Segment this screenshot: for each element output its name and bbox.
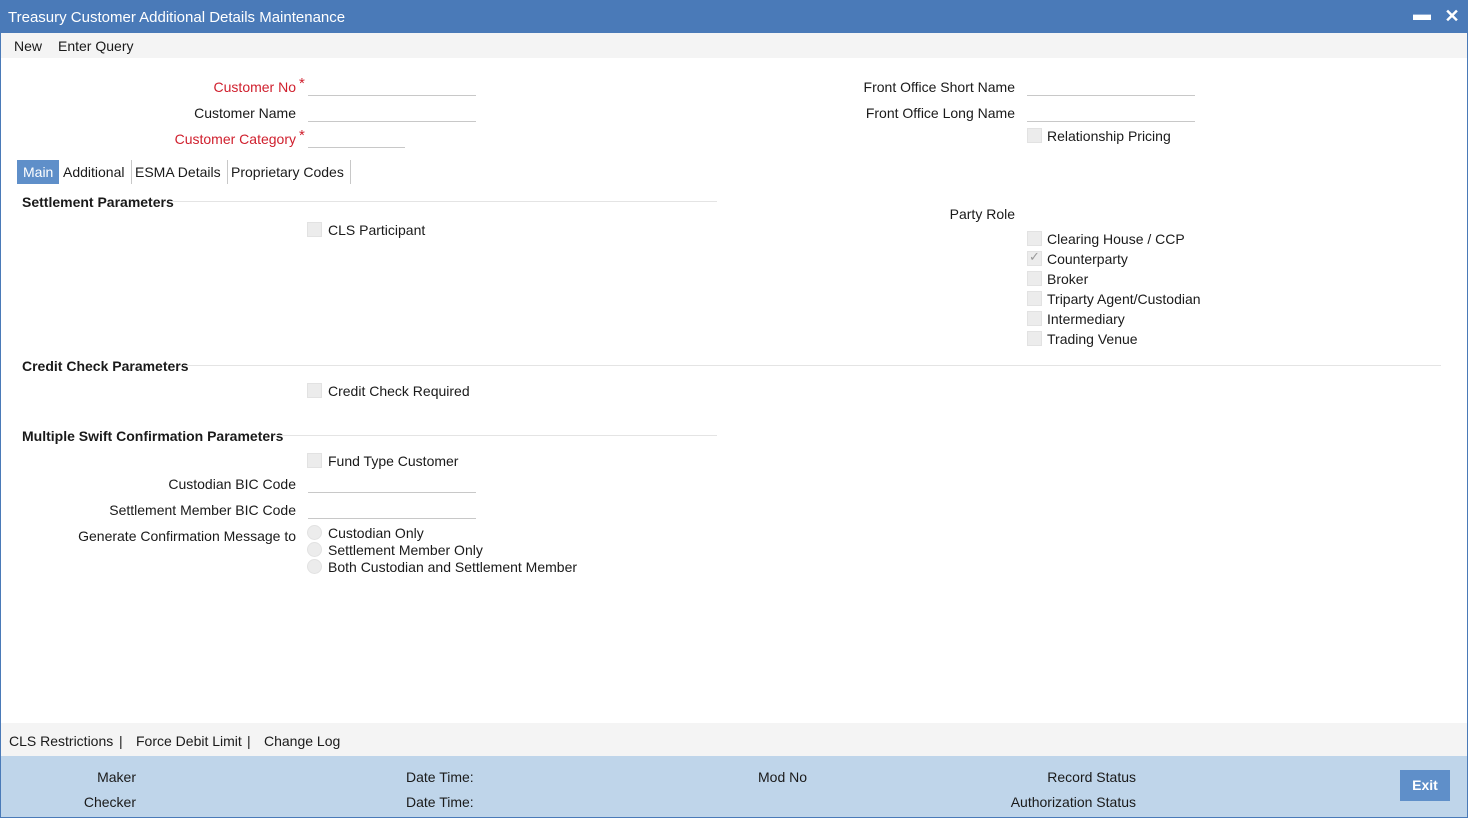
checker-date-time-label: Date Time: (406, 794, 474, 810)
generate-confirmation-label: Generate Confirmation Message to (78, 528, 296, 544)
trading-venue-checkbox[interactable] (1027, 331, 1042, 346)
clearing-house-label: Clearing House / CCP (1047, 231, 1185, 247)
link-separator: | (247, 733, 251, 749)
settlement-member-only-label: Settlement Member Only (328, 542, 483, 558)
section-divider (171, 201, 717, 202)
front-office-short-name-input[interactable] (1027, 78, 1195, 96)
mod-no-label: Mod No (758, 769, 808, 785)
triparty-agent-checkbox[interactable] (1027, 291, 1042, 306)
broker-checkbox[interactable] (1027, 271, 1042, 286)
tab-esma-details[interactable]: ESMA Details (129, 160, 228, 184)
enter-query-menu-item[interactable]: Enter Query (58, 38, 133, 54)
window-title: Treasury Customer Additional Details Mai… (8, 9, 346, 26)
party-role-label: Party Role (949, 206, 1015, 222)
menu-bar: New Enter Query (1, 33, 1467, 58)
change-log-link[interactable]: Change Log (264, 733, 340, 749)
credit-check-parameters-heading: Credit Check Parameters (22, 358, 189, 374)
intermediary-checkbox[interactable] (1027, 311, 1042, 326)
settlement-member-only-radio[interactable] (307, 542, 322, 557)
required-marker: * (299, 75, 305, 92)
required-marker: * (299, 127, 305, 144)
section-divider (183, 365, 1441, 366)
customer-name-input[interactable] (308, 104, 476, 122)
trading-venue-label: Trading Venue (1047, 331, 1138, 347)
tab-main[interactable]: Main (17, 160, 60, 184)
checker-label: Checker (83, 794, 136, 810)
front-office-long-name-input[interactable] (1027, 104, 1195, 122)
tab-additional[interactable]: Additional (57, 160, 132, 184)
both-custodian-settlement-label: Both Custodian and Settlement Member (328, 559, 578, 575)
credit-check-required-checkbox[interactable] (307, 383, 322, 398)
new-menu-item[interactable]: New (14, 38, 42, 54)
custodian-only-radio[interactable] (307, 525, 322, 540)
custodian-bic-input[interactable] (308, 475, 476, 493)
counterparty-checkbox[interactable] (1027, 249, 1042, 266)
front-office-long-name-label: Front Office Long Name (865, 105, 1015, 121)
triparty-agent-label: Triparty Agent/Custodian (1047, 291, 1201, 307)
custodian-only-label: Custodian Only (328, 525, 424, 541)
swift-confirmation-heading: Multiple Swift Confirmation Parameters (22, 428, 284, 444)
footer-links-bar: CLS Restrictions | Force Debit Limit | C… (1, 723, 1467, 756)
relationship-pricing-checkbox[interactable] (1027, 128, 1042, 143)
status-bar: Maker Checker Date Time: Date Time: Mod … (1, 756, 1467, 817)
section-divider (275, 435, 717, 436)
front-office-short-name-label: Front Office Short Name (863, 79, 1015, 95)
credit-check-required-label: Credit Check Required (328, 383, 470, 399)
cls-participant-checkbox[interactable] (307, 222, 322, 237)
title-bar: Treasury Customer Additional Details Mai… (1, 1, 1467, 33)
both-custodian-settlement-radio[interactable] (307, 559, 322, 574)
settlement-member-bic-label: Settlement Member BIC Code (109, 502, 296, 518)
customer-category-label: Customer Category (174, 131, 296, 147)
window: Treasury Customer Additional Details Mai… (0, 0, 1468, 818)
counterparty-label: Counterparty (1047, 251, 1128, 267)
customer-category-input[interactable] (308, 130, 405, 148)
fund-type-customer-label: Fund Type Customer (328, 453, 459, 469)
exit-button[interactable]: Exit (1400, 770, 1450, 801)
maker-label: Maker (97, 769, 136, 785)
maker-date-time-label: Date Time: (406, 769, 474, 785)
relationship-pricing-label: Relationship Pricing (1047, 128, 1171, 144)
authorization-status-label: Authorization Status (1010, 794, 1136, 810)
cls-participant-label: CLS Participant (328, 222, 426, 238)
intermediary-label: Intermediary (1047, 311, 1125, 327)
clearing-house-checkbox[interactable] (1027, 231, 1042, 246)
broker-label: Broker (1047, 271, 1089, 287)
fund-type-customer-checkbox[interactable] (307, 453, 322, 468)
settlement-parameters-heading: Settlement Parameters (22, 194, 174, 210)
customer-no-label: Customer No (213, 79, 296, 95)
force-debit-limit-link[interactable]: Force Debit Limit (136, 733, 242, 749)
tab-proprietary-codes[interactable]: Proprietary Codes (225, 160, 351, 184)
settlement-member-bic-input[interactable] (308, 501, 476, 519)
record-status-label: Record Status (1047, 769, 1136, 785)
close-icon[interactable]: ✕ (1441, 6, 1463, 28)
customer-name-label: Customer Name (194, 105, 296, 121)
customer-no-input[interactable] (308, 78, 476, 96)
custodian-bic-label: Custodian BIC Code (168, 476, 296, 492)
minimize-icon[interactable]: ▬ (1411, 4, 1433, 26)
cls-restrictions-link[interactable]: CLS Restrictions (9, 733, 113, 749)
link-separator: | (119, 733, 123, 749)
